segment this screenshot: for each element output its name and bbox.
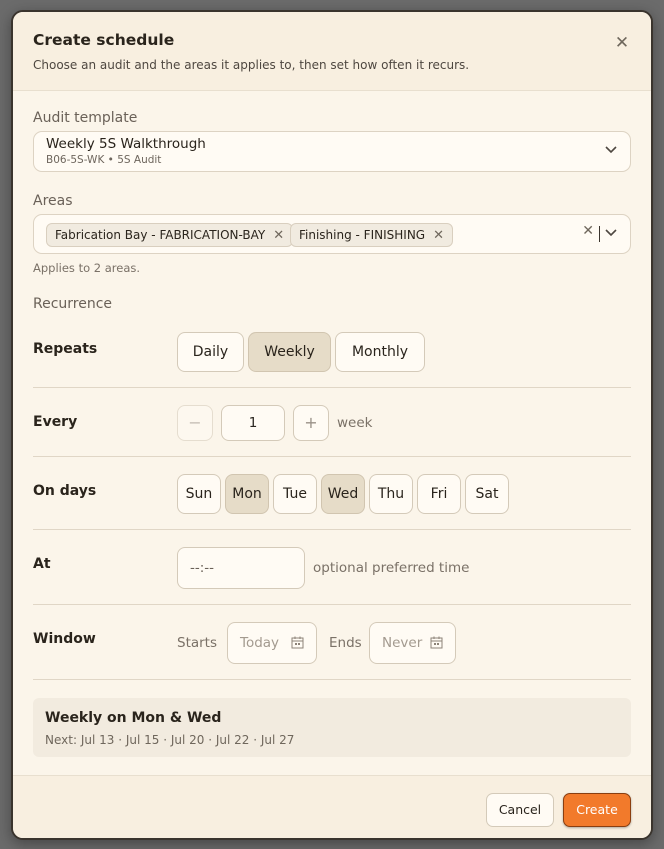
day-toggle-sun[interactable]: Sun <box>177 474 221 514</box>
divider <box>33 604 631 605</box>
clear-all-icon[interactable]: ✕ <box>582 223 594 239</box>
area-chip: Finishing - FINISHING ✕ <box>290 223 453 247</box>
repeat-option-daily[interactable]: Daily <box>177 332 244 372</box>
areas-multiselect[interactable]: Fabrication Bay - FABRICATION-BAY ✕ Finis… <box>33 214 631 254</box>
remove-chip-icon[interactable]: ✕ <box>273 225 284 247</box>
repeat-option-weekly[interactable]: Weekly <box>248 332 331 372</box>
chevron-down-icon[interactable] <box>604 225 618 239</box>
end-date-input[interactable]: Never <box>369 622 456 664</box>
divider <box>33 387 631 388</box>
day-picker: Sun Mon Tue Wed Thu Fri Sat <box>177 474 513 514</box>
audit-template-meta: B06-5S-WK • 5S Audit <box>46 154 162 166</box>
decrement-button[interactable]: − <box>177 405 213 441</box>
audit-template-label: Audit template <box>33 110 138 126</box>
calendar-icon <box>430 636 443 649</box>
calendar-icon <box>291 636 304 649</box>
end-date-placeholder: Never <box>382 635 423 651</box>
increment-button[interactable]: + <box>293 405 329 441</box>
day-toggle-fri[interactable]: Fri <box>417 474 461 514</box>
at-label: At <box>33 556 51 572</box>
on-days-label: On days <box>33 483 97 499</box>
window-label: Window <box>33 631 96 647</box>
recurrence-section-label: Recurrence <box>33 296 113 312</box>
schedule-summary: Weekly on Mon & Wed Next: Jul 13 · Jul 1… <box>33 698 631 757</box>
day-toggle-tue[interactable]: Tue <box>273 474 317 514</box>
repeat-option-monthly[interactable]: Monthly <box>335 332 425 372</box>
day-toggle-mon[interactable]: Mon <box>225 474 269 514</box>
day-toggle-thu[interactable]: Thu <box>369 474 413 514</box>
dialog-subtitle: Choose an audit and the areas it applies… <box>33 58 470 72</box>
divider <box>33 679 631 680</box>
create-button[interactable]: Create <box>563 793 631 827</box>
remove-chip-icon[interactable]: ✕ <box>433 225 444 247</box>
day-toggle-sat[interactable]: Sat <box>465 474 509 514</box>
summary-title: Weekly on Mon & Wed <box>45 710 222 726</box>
close-icon[interactable]: ✕ <box>613 34 631 52</box>
start-date-placeholder: Today <box>240 635 280 651</box>
areas-label: Areas <box>33 193 73 209</box>
divider <box>33 529 631 530</box>
repeats-label: Repeats <box>33 341 98 357</box>
area-chip-label: Fabrication Bay - FABRICATION-BAY <box>55 228 266 242</box>
area-chip: Fabrication Bay - FABRICATION-BAY ✕ <box>46 223 294 247</box>
audit-template-name: Weekly 5S Walkthrough <box>46 136 206 152</box>
area-chip-label: Finishing - FINISHING <box>299 228 426 242</box>
audit-template-select[interactable]: Weekly 5S Walkthrough B06-5S-WK • 5S Aud… <box>33 131 631 172</box>
start-date-input[interactable]: Today <box>227 622 317 664</box>
cancel-button[interactable]: Cancel <box>486 793 554 827</box>
day-toggle-wed[interactable]: Wed <box>321 474 365 514</box>
divider <box>33 456 631 457</box>
dialog-header: Create schedule Choose an audit and the … <box>13 12 651 91</box>
dialog-title: Create schedule <box>33 31 175 49</box>
every-label: Every <box>33 414 78 430</box>
areas-hint: Applies to 2 areas. <box>33 261 141 275</box>
time-hint: optional preferred time <box>313 560 470 576</box>
create-schedule-dialog: Create schedule Choose an audit and the … <box>11 10 653 840</box>
ends-label: Ends <box>329 635 362 651</box>
time-input[interactable]: --:-- <box>177 547 305 589</box>
dialog-footer: Cancel Create <box>13 775 651 838</box>
every-unit: week <box>337 415 373 431</box>
summary-next-dates: Next: Jul 13 · Jul 15 · Jul 20 · Jul 22 … <box>45 733 295 747</box>
chevron-down-icon[interactable] <box>604 142 618 156</box>
select-divider <box>599 226 600 242</box>
every-value-input[interactable]: 1 <box>221 405 285 441</box>
starts-label: Starts <box>177 635 218 651</box>
